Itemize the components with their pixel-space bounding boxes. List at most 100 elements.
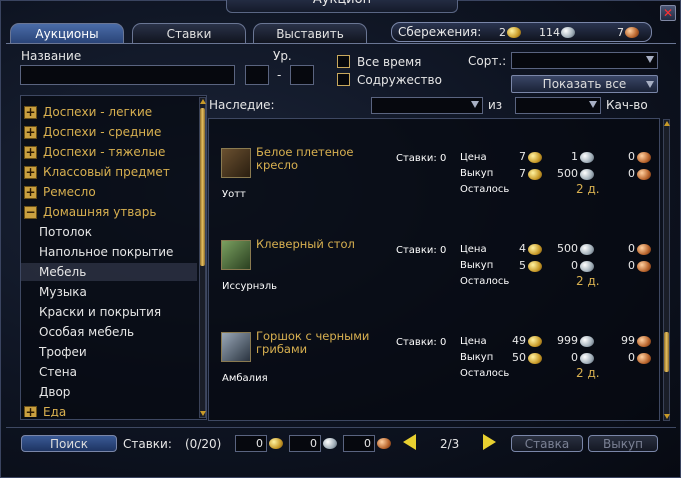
footer-divider: [6, 427, 676, 428]
category-label: Стена: [39, 365, 77, 379]
price-label: Цена: [460, 244, 487, 255]
buyout-button[interactable]: Выкуп: [588, 435, 658, 452]
scroll-up-icon[interactable]: [200, 99, 206, 104]
category-item[interactable]: + Доспехи - тяжелые: [21, 143, 197, 161]
price-label: Цена: [460, 336, 487, 347]
prev-page-icon[interactable]: [403, 434, 416, 450]
copper-coin-icon: [637, 169, 651, 180]
heritage-dropdown[interactable]: [371, 97, 483, 114]
silver-coin-icon: [323, 438, 337, 449]
listing-row[interactable]: Клеверный стол Иссурнэль Ставки: 0 Цена Выкуп…: [208, 237, 660, 317]
category-item[interactable]: Краски и покрытия: [21, 303, 197, 321]
listing-row[interactable]: Горшок с черными грибами Амбалия Ставки: 0 Ц…: [208, 329, 660, 409]
price-silver: 1: [571, 150, 578, 163]
search-button[interactable]: Поиск: [21, 435, 117, 452]
category-item[interactable]: Двор: [21, 383, 197, 401]
price-copper: 99: [621, 334, 635, 347]
price-copper: 0: [628, 242, 635, 255]
expand-icon[interactable]: +: [24, 166, 37, 179]
item-icon[interactable]: [221, 148, 251, 178]
all-time-checkbox[interactable]: [337, 55, 350, 68]
category-item[interactable]: Особая мебель: [21, 323, 197, 341]
name-input[interactable]: [20, 65, 235, 85]
silver-coin-icon: [580, 261, 594, 272]
footer-bids-label: Ставки:: [123, 437, 172, 451]
show-all-dropdown[interactable]: Показать все: [511, 75, 658, 93]
item-name: Клеверный стол: [256, 237, 355, 251]
show-all-label: Показать все: [542, 77, 627, 91]
collapse-icon[interactable]: −: [24, 206, 37, 219]
bids-label: Ставки:: [396, 153, 437, 164]
level-sep: -: [277, 68, 282, 82]
category-item[interactable]: Стена: [21, 363, 197, 381]
category-label: Потолок: [39, 225, 92, 239]
savings-copper: 7: [617, 26, 624, 39]
category-label: Еда: [43, 405, 67, 417]
category-item[interactable]: + Доспехи - средние: [21, 123, 197, 141]
bid-gold-input[interactable]: 0: [235, 435, 267, 452]
remaining-label: Осталось: [460, 368, 510, 379]
bid-button[interactable]: Ставка: [511, 435, 583, 452]
close-icon[interactable]: ✕: [660, 5, 676, 21]
of-label: из: [488, 98, 503, 112]
expand-icon[interactable]: +: [24, 406, 37, 417]
fellowship-checkbox[interactable]: [337, 73, 350, 86]
category-label: Ремесло: [43, 185, 96, 199]
buyout-copper: 0: [628, 167, 635, 180]
listing-row[interactable]: Белое плетеное кресло Уотт Ставки: 0 Цена Вык…: [208, 145, 660, 225]
tab-auctions[interactable]: Аукционы: [10, 23, 124, 43]
item-icon[interactable]: [221, 332, 251, 362]
category-label: Домашняя утварь: [43, 205, 157, 219]
item-icon[interactable]: [221, 240, 251, 270]
category-label: Трофеи: [39, 345, 87, 359]
level-min-input[interactable]: [245, 65, 269, 85]
next-page-icon[interactable]: [483, 434, 496, 450]
category-label: Напольное покрытие: [39, 245, 174, 259]
price-gold: 49: [512, 334, 526, 347]
category-label: Краски и покрытия: [39, 305, 162, 319]
category-item[interactable]: + Доспехи - легкие: [21, 103, 197, 121]
level-max-input[interactable]: [290, 65, 314, 85]
listing-scroll-thumb[interactable]: [664, 332, 669, 372]
bid-copper-input[interactable]: 0: [343, 435, 375, 452]
silver-coin-icon: [580, 169, 594, 180]
buyout-label: Выкуп: [460, 260, 494, 271]
item-seller: Уотт: [222, 189, 246, 200]
scroll-up-icon[interactable]: [664, 121, 670, 126]
chevron-down-icon: [646, 81, 654, 88]
price-label: Цена: [460, 152, 487, 163]
category-item[interactable]: + Классовый предмет: [21, 163, 197, 181]
category-item[interactable]: Трофеи: [21, 343, 197, 361]
category-item[interactable]: Музыка: [21, 283, 197, 301]
category-label: Музыка: [39, 285, 87, 299]
expand-icon[interactable]: +: [24, 106, 37, 119]
sort-dropdown[interactable]: [511, 52, 658, 69]
tab-post[interactable]: Выставить: [253, 23, 367, 43]
page-indicator: 2/3: [440, 437, 460, 451]
heritage-of-dropdown[interactable]: [515, 97, 601, 114]
buyout-silver: 500: [557, 167, 578, 180]
savings-gold: 2: [499, 26, 506, 39]
expand-icon[interactable]: +: [24, 146, 37, 159]
category-item[interactable]: − Домашняя утварь: [21, 203, 197, 221]
category-item[interactable]: + Ремесло: [21, 183, 197, 201]
expand-icon[interactable]: +: [24, 126, 37, 139]
quality-label: Кач-во: [606, 98, 648, 112]
price-gold: 4: [519, 242, 526, 255]
scroll-down-icon[interactable]: [200, 411, 206, 416]
item-seller: Иссурнэль: [222, 281, 278, 292]
price-silver: 500: [557, 242, 578, 255]
category-item[interactable]: Потолок: [21, 223, 197, 241]
scroll-down-icon[interactable]: [664, 414, 670, 419]
category-scrollbar[interactable]: [199, 97, 206, 418]
category-item[interactable]: Напольное покрытие: [21, 243, 197, 261]
listing-scrollbar[interactable]: [663, 119, 670, 421]
gold-coin-icon: [507, 27, 521, 38]
buyout-silver: 0: [571, 259, 578, 272]
category-scroll-thumb[interactable]: [200, 108, 205, 266]
tab-bids[interactable]: Ставки: [132, 23, 246, 43]
category-item[interactable]: + Еда: [21, 403, 197, 417]
category-item[interactable]: Мебель: [21, 263, 197, 281]
bid-silver-input[interactable]: 0: [289, 435, 321, 452]
expand-icon[interactable]: +: [24, 186, 37, 199]
